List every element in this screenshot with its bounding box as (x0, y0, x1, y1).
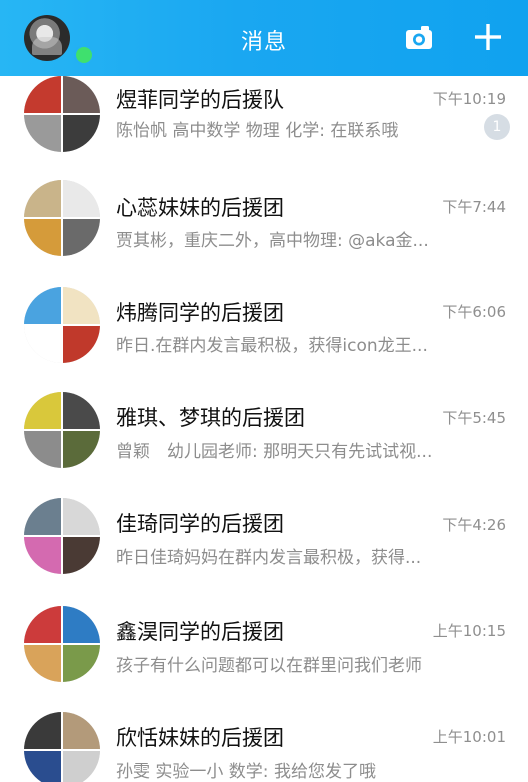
conversation-name: 雅琪、梦琪的后援团 (116, 406, 305, 430)
avatar-tile (24, 287, 62, 325)
avatar-tile (62, 114, 100, 152)
conversation-preview: 曾颖 幼儿园老师: 那明天只有先试试视... (116, 442, 433, 462)
conversation-time: 下午4:26 (442, 516, 506, 534)
unread-badge: 1 (484, 114, 510, 140)
group-avatar (24, 712, 100, 782)
avatar-tile (62, 287, 100, 325)
conversation-time: 上午10:01 (432, 728, 506, 746)
avatar-tile (62, 712, 100, 750)
group-avatar (24, 606, 100, 682)
avatar-tile (24, 644, 62, 682)
avatar-tile (62, 76, 100, 114)
page-title: 消息 (240, 30, 287, 55)
avatar-tile (62, 606, 100, 644)
avatar-tile (62, 325, 100, 363)
conversation-time: 下午7:44 (442, 198, 506, 216)
avatar-tile (62, 430, 100, 468)
conversation-preview: 贾其彬，重庆二外，高中物理: @aka金... (116, 231, 429, 251)
top-bar: 消息 (0, 0, 528, 76)
avatar-tile (24, 536, 62, 574)
conversation-name: 鑫淏同学的后援团 (116, 620, 284, 644)
avatar-tile (24, 325, 62, 363)
avatar-tile (24, 498, 62, 536)
avatar-tile (24, 76, 62, 114)
group-avatar (24, 180, 100, 256)
group-avatar (24, 498, 100, 574)
conversation-name: 欣恬妹妹的后援团 (116, 726, 284, 750)
avatar-tile (24, 180, 62, 218)
list-item[interactable]: 心蕊妹妹的后援团 下午7:44 贾其彬，重庆二外，高中物理: @aka金... (0, 178, 528, 284)
list-item[interactable]: 雅琪、梦琪的后援团 下午5:45 曾颖 幼儿园老师: 那明天只有先试试视... (0, 392, 528, 498)
conversation-time: 下午5:45 (442, 409, 506, 427)
conversation-preview: 孩子有什么问题都可以在群里问我们老师 (116, 656, 422, 676)
avatar-tile (24, 606, 62, 644)
list-item[interactable]: 欣恬妹妹的后援团 上午10:01 孙雯 实验一小 数学: 我给您发了哦 (0, 710, 528, 782)
avatar-tile (24, 430, 62, 468)
conversation-name: 炜腾同学的后援团 (116, 301, 284, 325)
conversation-time: 上午10:15 (432, 622, 506, 640)
avatar-tile (24, 712, 62, 750)
conversation-time: 下午6:06 (442, 303, 506, 321)
avatar-tile (24, 750, 62, 782)
conversation-preview: 昨日.在群内发言最积极，获得icon龙王... (116, 336, 428, 356)
avatar-tile (62, 180, 100, 218)
avatar-tile (62, 750, 100, 782)
conversation-name: 佳琦同学的后援团 (116, 512, 284, 536)
conversation-name: 心蕊妹妹的后援团 (116, 196, 284, 220)
list-item[interactable]: 鑫淏同学的后援团 上午10:15 孩子有什么问题都可以在群里问我们老师 (0, 604, 528, 710)
list-item[interactable]: 炜腾同学的后援团 下午6:06 昨日.在群内发言最积极，获得icon龙王... (0, 285, 528, 391)
group-avatar (24, 287, 100, 363)
conversation-preview: 陈怡帆 高中数学 物理 化学: 在联系哦 (116, 121, 399, 141)
avatar-tile (62, 644, 100, 682)
conversation-time: 下午10:19 (432, 90, 506, 108)
avatar-tile (24, 114, 62, 152)
avatar-tile (62, 498, 100, 536)
conversation-list[interactable]: 煜菲同学的后援队 下午10:19 陈怡帆 高中数学 物理 化学: 在联系哦 1 … (0, 76, 528, 782)
avatar-tile (62, 536, 100, 574)
conversation-preview: 昨日佳琦妈妈在群内发言最积极，获得... (116, 548, 422, 568)
list-item[interactable]: 佳琦同学的后援团 下午4:26 昨日佳琦妈妈在群内发言最积极，获得... (0, 498, 528, 604)
avatar-tile (24, 218, 62, 256)
conversation-preview: 孙雯 实验一小 数学: 我给您发了哦 (116, 762, 376, 782)
list-item[interactable]: 煜菲同学的后援队 下午10:19 陈怡帆 高中数学 物理 化学: 在联系哦 1 (0, 76, 528, 178)
conversation-name: 煜菲同学的后援队 (116, 88, 284, 112)
camera-icon[interactable] (405, 25, 433, 50)
group-avatar (24, 76, 100, 152)
avatar-tile (62, 218, 100, 256)
avatar-tile (62, 392, 100, 430)
avatar-tile (24, 392, 62, 430)
add-plus-icon[interactable] (473, 22, 503, 52)
group-avatar (24, 392, 100, 468)
